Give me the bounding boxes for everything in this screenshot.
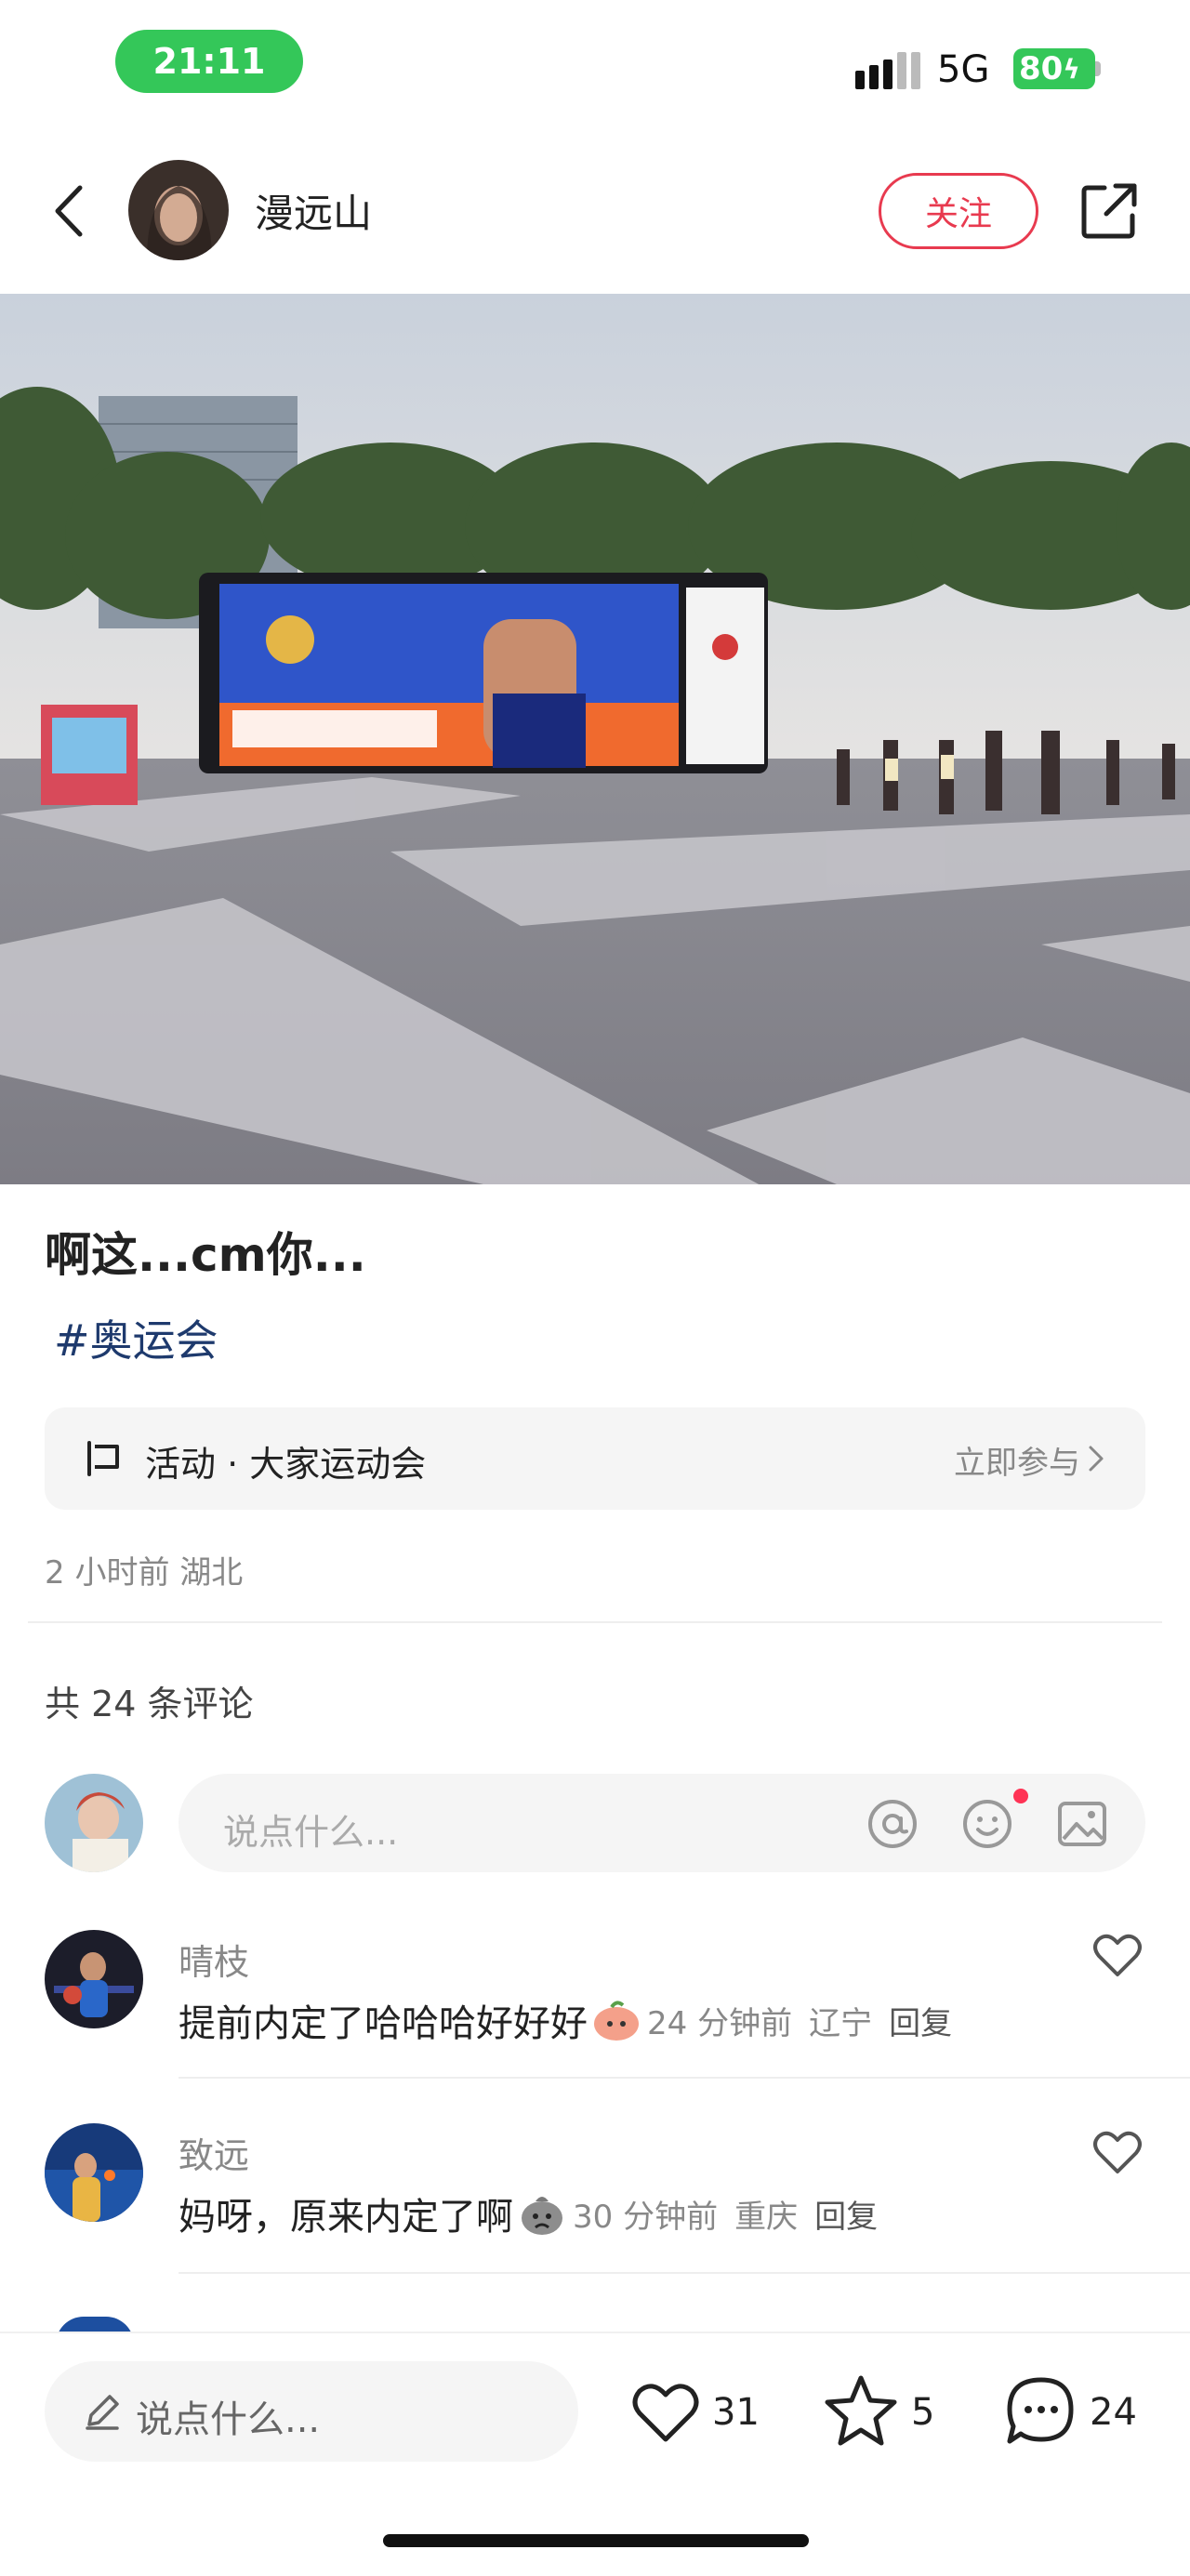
comment-location: 辽宁 <box>809 2004 873 2042</box>
post-photo[interactable] <box>0 294 1190 1184</box>
activity-label: 活动 · 大家运动会 <box>145 1444 427 1485</box>
chevron-right-icon <box>1089 1446 1104 1472</box>
comment-icon[interactable] <box>1004 2374 1078 2449</box>
comment-location: 重庆 <box>734 2198 799 2236</box>
sad-sticker-icon <box>522 2197 562 2235</box>
comment-time: 24 分钟前 <box>647 2004 793 2042</box>
commenter-avatar[interactable] <box>45 2123 143 2222</box>
author-name[interactable]: 漫远山 <box>255 182 372 239</box>
comment-input[interactable]: 说点什么... <box>178 1774 1145 1872</box>
star-icon[interactable] <box>824 2372 898 2447</box>
pencil-icon <box>86 2395 119 2430</box>
home-indicator[interactable] <box>383 2534 809 2547</box>
mention-icon[interactable] <box>866 1798 919 1850</box>
comment-body: 妈呀，原来内定了啊 30 分钟前 重庆 回复 <box>178 2186 878 2240</box>
my-avatar[interactable] <box>45 1774 143 1872</box>
battery-tip <box>1095 61 1101 76</box>
hashtag-link[interactable]: #奥运会 <box>54 1307 218 1368</box>
heart-icon[interactable] <box>1091 1930 1144 1978</box>
bottom-comment-input[interactable]: 说点什么... <box>45 2361 578 2462</box>
like-count: 31 <box>712 2391 760 2434</box>
author-avatar[interactable] <box>128 160 229 260</box>
comment-text: 妈呀，原来内定了啊 <box>178 2196 513 2239</box>
comment-input-placeholder: 说点什么... <box>223 1812 399 1853</box>
back-icon[interactable] <box>46 178 93 244</box>
post-meta: 2 小时前 湖北 <box>45 1554 244 1592</box>
emoji-icon[interactable] <box>961 1798 1013 1850</box>
comment-text: 提前内定了哈哈哈好好好 <box>178 2002 588 2045</box>
heart-icon[interactable] <box>1091 2127 1144 2175</box>
comment-count: 共 24 条评论 <box>45 1684 254 1724</box>
commenter-avatar[interactable] <box>45 1930 143 2028</box>
comment-time: 30 分钟前 <box>573 2198 719 2236</box>
star-count: 5 <box>911 2391 935 2434</box>
network-type: 5G <box>937 48 990 91</box>
share-icon[interactable] <box>1077 178 1142 244</box>
bottom-input-placeholder: 说点什么... <box>136 2398 321 2441</box>
notification-dot <box>1013 1789 1028 1803</box>
charging-icon: ϟ <box>1063 53 1080 85</box>
post-title: 啊这...cm你... <box>45 1228 366 1282</box>
battery-indicator: 80 ϟ <box>1013 48 1095 89</box>
peach-sticker-icon <box>594 2001 639 2041</box>
reply-button[interactable]: 回复 <box>889 1998 952 2043</box>
follow-button[interactable]: 关注 <box>879 173 1038 249</box>
image-icon[interactable] <box>1056 1798 1108 1850</box>
comment-count-bottom: 24 <box>1090 2391 1137 2434</box>
like-icon[interactable] <box>628 2374 703 2449</box>
comment-body: 提前内定了哈哈哈好好好 24 分钟前 辽宁 回复 <box>178 1993 952 2047</box>
commenter-name[interactable]: 致远 <box>178 2127 249 2178</box>
comment-divider <box>178 2272 1190 2274</box>
status-time: 21:11 <box>115 30 303 93</box>
activity-icon <box>87 1441 119 1476</box>
comment-divider <box>178 2077 1190 2079</box>
signal-icon <box>855 52 920 89</box>
battery-level: 80 <box>1019 50 1064 87</box>
activity-join-link[interactable]: 立即参与 <box>954 1437 1080 1483</box>
divider <box>28 1621 1162 1623</box>
activity-banner[interactable]: 活动 · 大家运动会 立即参与 <box>45 1407 1145 1510</box>
commenter-name[interactable]: 晴枝 <box>178 1934 249 1985</box>
reply-button[interactable]: 回复 <box>814 2191 878 2237</box>
